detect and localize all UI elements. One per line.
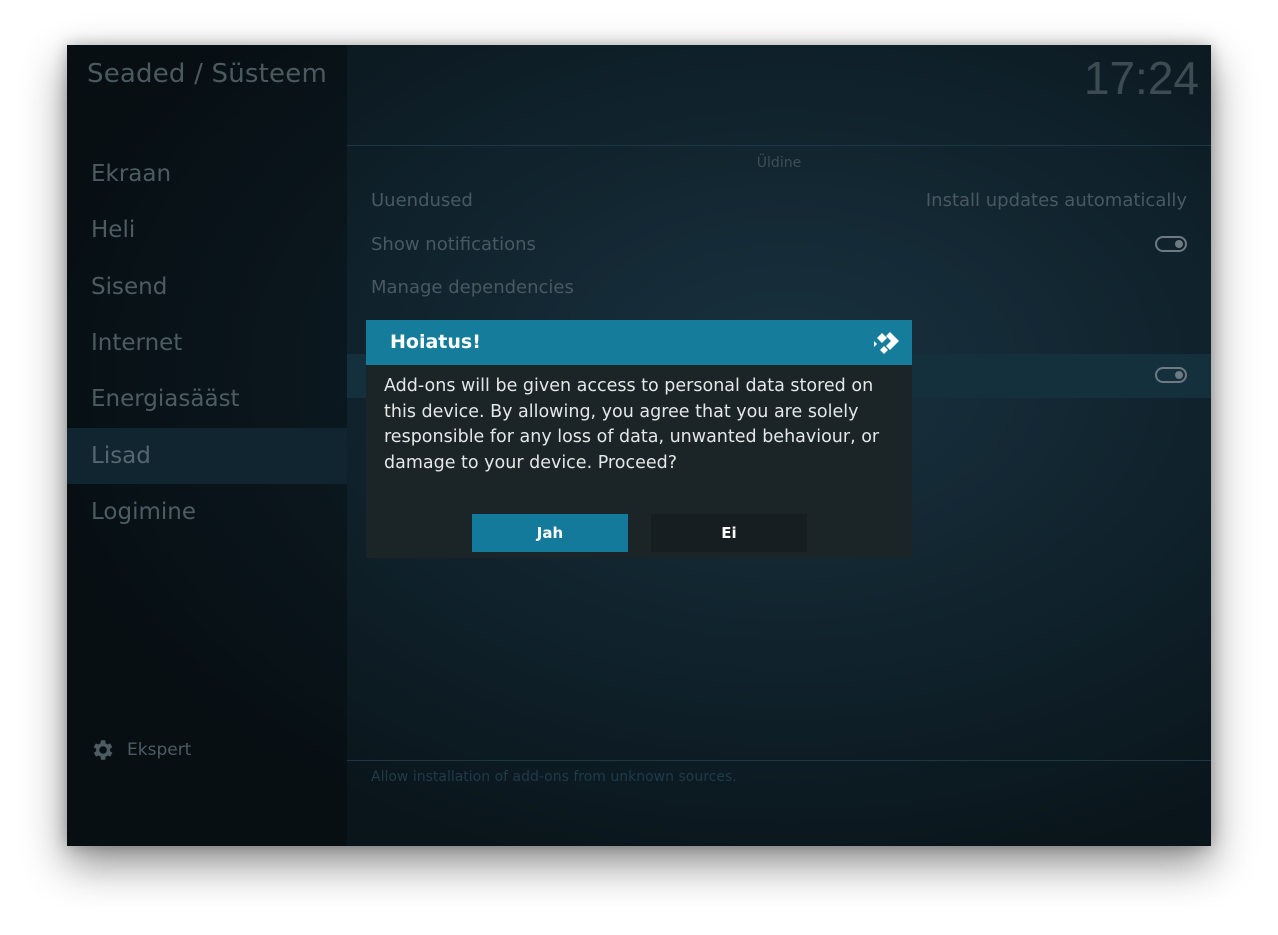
- dialog-title: Hoiatus!: [390, 331, 481, 353]
- dialog-message: Add-ons will be given access to personal…: [384, 376, 880, 473]
- expert-level-button[interactable]: Ekspert: [89, 735, 191, 765]
- sidebar-item-lisad[interactable]: Lisad: [67, 428, 347, 484]
- sidebar-item-energiasaast[interactable]: Energiasääst: [67, 371, 347, 427]
- setting-label: Manage dependencies: [371, 277, 574, 298]
- setting-value: Install updates automatically: [925, 190, 1187, 211]
- no-button[interactable]: Ei: [651, 514, 807, 552]
- setting-show-notifications[interactable]: Show notifications: [347, 223, 1211, 267]
- setting-label: Uuendused: [371, 190, 473, 211]
- divider: [347, 760, 1211, 761]
- setting-label: Show notifications: [371, 234, 536, 255]
- kodi-logo-icon: [874, 332, 899, 354]
- sidebar-item-internet[interactable]: Internet: [67, 315, 347, 371]
- notifications-toggle[interactable]: [1155, 236, 1187, 252]
- gear-icon: [93, 740, 113, 760]
- breadcrumb: Seaded / Süsteem: [87, 59, 327, 89]
- sidebar-item-ekraan[interactable]: Ekraan: [67, 146, 347, 202]
- sidebar: Seaded / Süsteem Ekraan Heli Sisend Inte…: [67, 45, 347, 846]
- warning-dialog: Hoiatus! Add-ons will be given access to…: [366, 320, 912, 558]
- unknown-sources-toggle[interactable]: [1155, 367, 1187, 383]
- sidebar-item-logimine[interactable]: Logimine: [67, 484, 347, 540]
- yes-button[interactable]: Jah: [472, 514, 628, 552]
- sidebar-item-sisend[interactable]: Sisend: [67, 259, 347, 315]
- expert-label: Ekspert: [127, 740, 192, 760]
- help-text: Allow installation of add-ons from unkno…: [371, 769, 737, 785]
- sidebar-item-heli[interactable]: Heli: [67, 202, 347, 258]
- dialog-header: Hoiatus!: [366, 320, 912, 365]
- setting-updates[interactable]: Uuendused Install updates automatically: [347, 179, 1211, 223]
- divider: [347, 145, 1211, 146]
- setting-manage-dependencies[interactable]: Manage dependencies: [347, 266, 1211, 310]
- section-title: Üldine: [756, 155, 802, 171]
